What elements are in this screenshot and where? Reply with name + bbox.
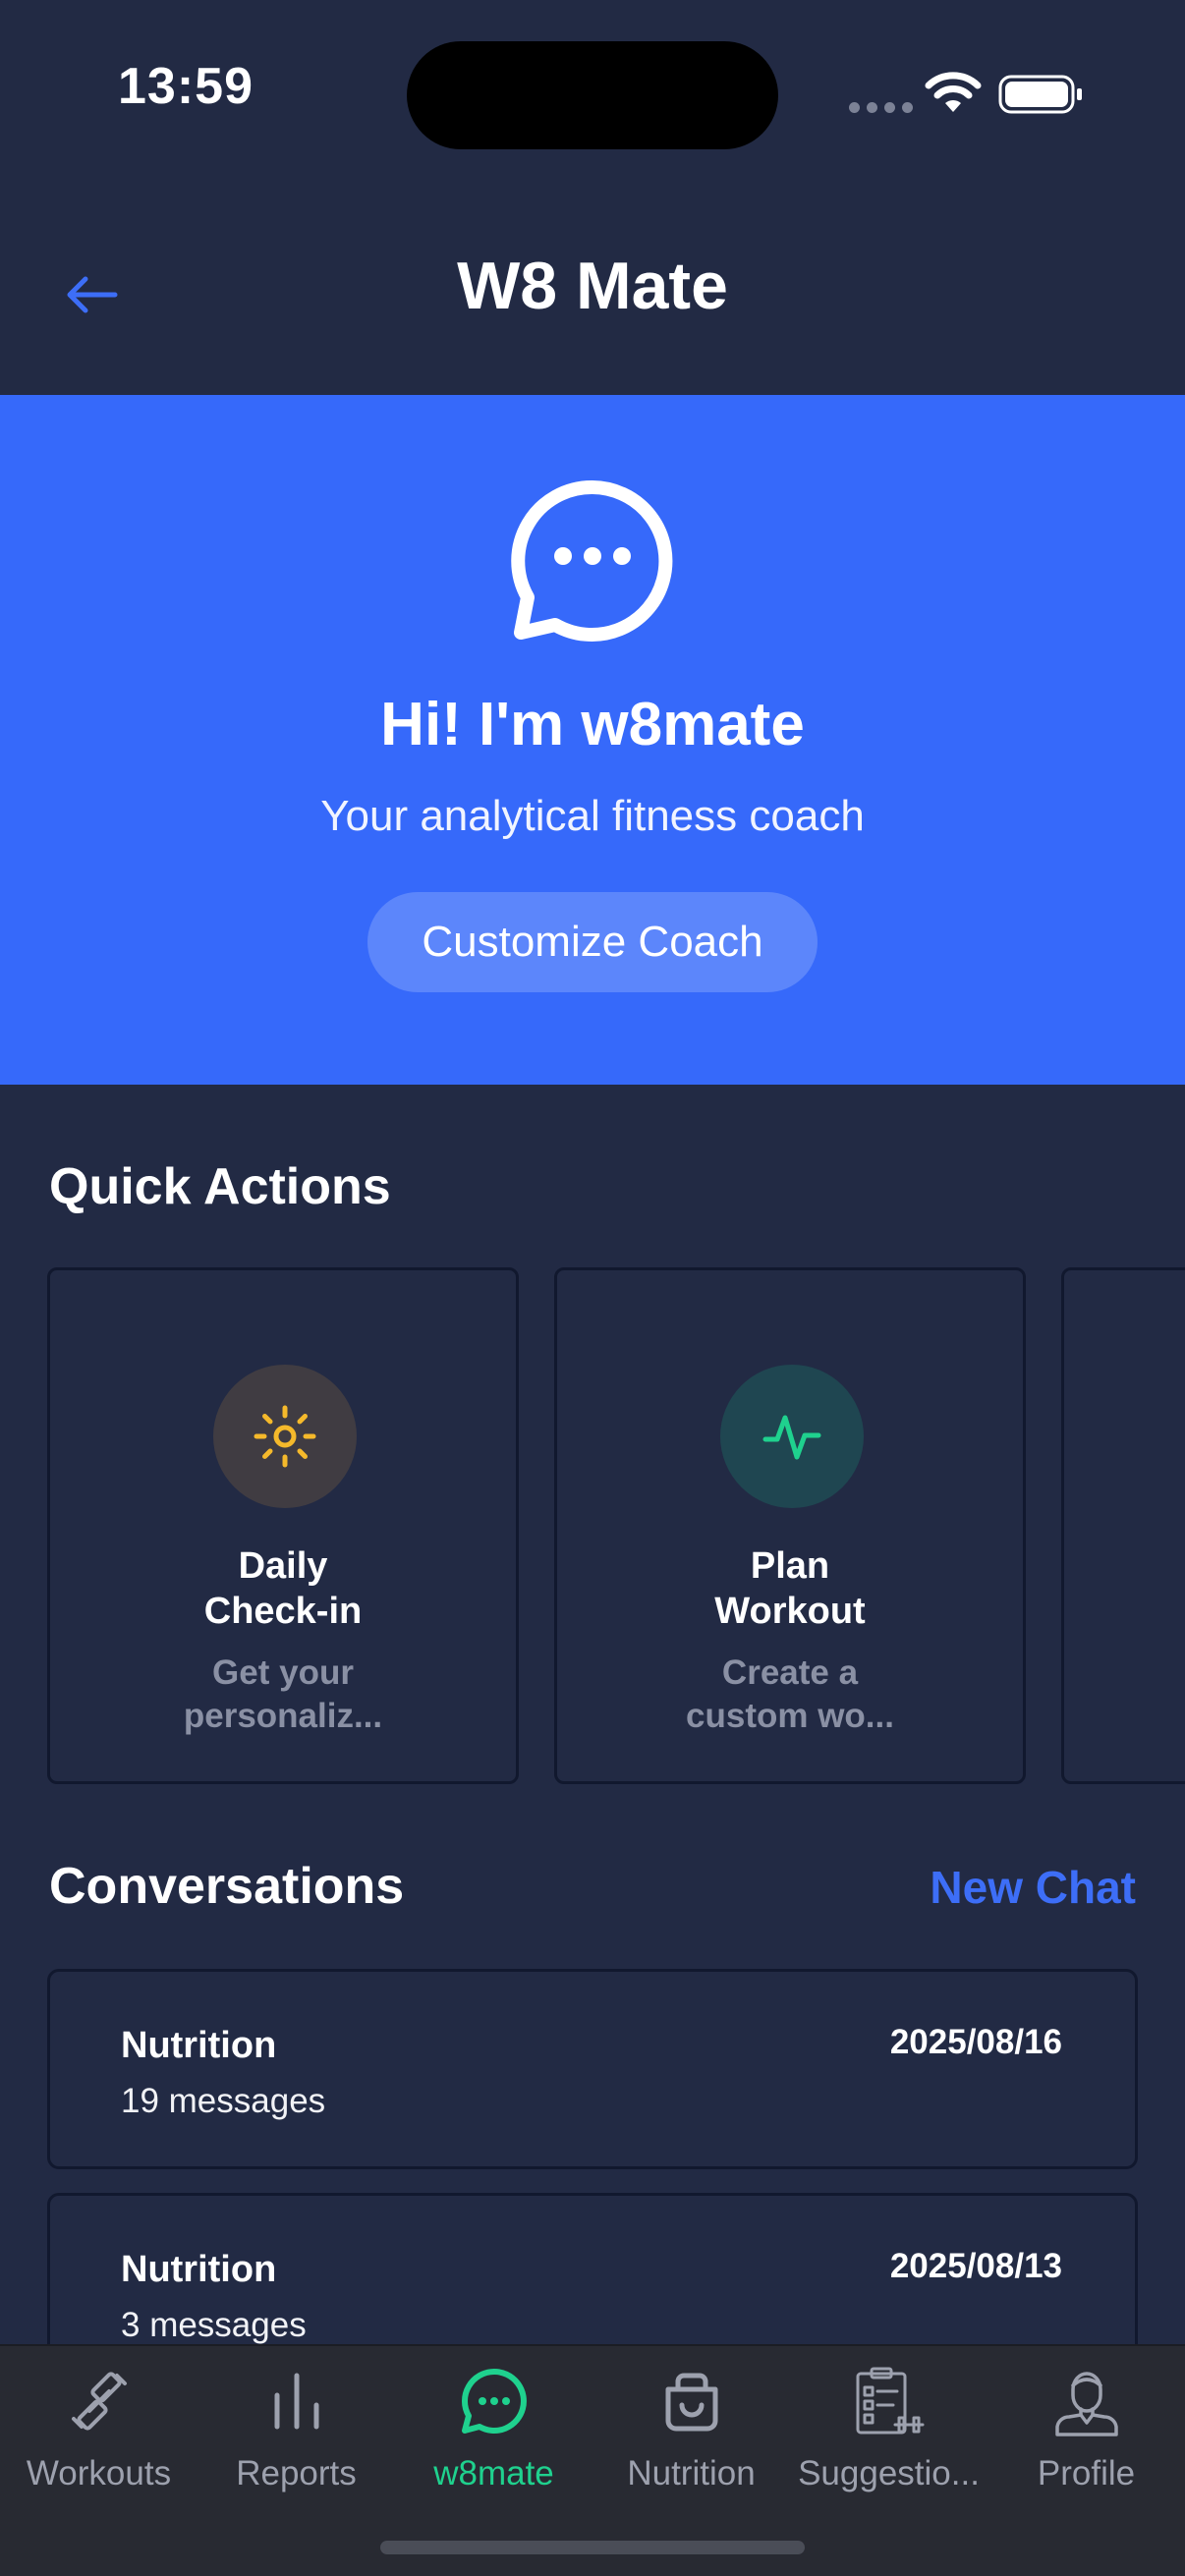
activity-icon bbox=[762, 1415, 821, 1460]
conversations-title: Conversations bbox=[49, 1858, 405, 1915]
tab-label: w8mate bbox=[433, 2454, 554, 2492]
conversation-message-count: 3 messages bbox=[121, 2306, 307, 2344]
conversation-date: 2025/08/16 bbox=[889, 2023, 1062, 2061]
wifi-icon bbox=[925, 72, 982, 112]
new-chat-button[interactable]: New Chat bbox=[930, 1861, 1136, 1914]
tab-label: Profile bbox=[1037, 2454, 1136, 2492]
conversation-date: 2025/08/13 bbox=[889, 2247, 1062, 2285]
coach-hero: Hi! I'm w8mate Your analytical fitness c… bbox=[0, 395, 1185, 1085]
tab-suggestions[interactable]: Suggestio... bbox=[790, 2346, 988, 2513]
coach-greeting: Hi! I'm w8mate bbox=[380, 691, 805, 758]
status-bar: 13:59 bbox=[0, 0, 1185, 196]
bar-chart-icon bbox=[274, 2373, 319, 2430]
tab-label: Reports bbox=[236, 2454, 357, 2492]
sun-icon bbox=[254, 1405, 316, 1468]
battery-icon bbox=[998, 75, 1082, 114]
tab-workouts[interactable]: Workouts bbox=[0, 2346, 198, 2513]
conversation-message-count: 19 messages bbox=[121, 2082, 326, 2120]
quick-action-icon-bg bbox=[720, 1365, 864, 1508]
conversation-item[interactable]: Nutrition 19 messages 2025/08/16 bbox=[47, 1969, 1138, 2169]
tab-label: Workouts bbox=[26, 2454, 172, 2492]
quick-action-partial-card[interactable] bbox=[1061, 1267, 1185, 1784]
dynamic-island bbox=[407, 41, 778, 149]
quick-action-title: Plan Workout bbox=[714, 1545, 866, 1632]
basket-icon bbox=[665, 2373, 718, 2432]
cellular-signal-icon bbox=[849, 102, 913, 113]
nav-header: W8 Mate bbox=[0, 196, 1185, 395]
chat-bubble-icon bbox=[511, 479, 673, 642]
quick-action-description: Create a custom wo... bbox=[686, 1653, 894, 1735]
page-title: W8 Mate bbox=[457, 249, 728, 323]
app-root: 13:59 W8 Mate Hi! I'm w8mate Your analyt… bbox=[0, 0, 1185, 2576]
chat-bubble-icon bbox=[462, 2369, 527, 2434]
quick-action-description: Get your personaliz... bbox=[183, 1653, 383, 1735]
tab-nutrition[interactable]: Nutrition bbox=[592, 2346, 790, 2513]
clipboard-dumbbell-icon bbox=[856, 2367, 925, 2435]
quick-action-daily-checkin[interactable]: Daily Check-in Get your personaliz... bbox=[47, 1267, 519, 1784]
dumbbell-icon bbox=[72, 2372, 127, 2431]
customize-coach-button[interactable]: Customize Coach bbox=[367, 892, 818, 992]
tab-reports[interactable]: Reports bbox=[198, 2346, 395, 2513]
conversation-title: Nutrition bbox=[121, 2249, 277, 2290]
quick-action-plan-workout[interactable]: Plan Workout Create a custom wo... bbox=[554, 1267, 1026, 1784]
home-indicator bbox=[380, 2541, 805, 2554]
tab-label: Nutrition bbox=[627, 2454, 756, 2492]
quick-action-title: Daily Check-in bbox=[203, 1545, 363, 1632]
tab-label: Suggestio... bbox=[798, 2454, 980, 2492]
status-time: 13:59 bbox=[118, 58, 254, 115]
tab-profile[interactable]: Profile bbox=[988, 2346, 1185, 2513]
quick-actions-title: Quick Actions bbox=[49, 1158, 391, 1215]
person-icon bbox=[1055, 2372, 1118, 2436]
quick-actions-carousel[interactable]: Daily Check-in Get your personaliz... Pl… bbox=[47, 1267, 1185, 1786]
tab-w8mate[interactable]: w8mate bbox=[395, 2346, 592, 2513]
coach-subtitle: Your analytical fitness coach bbox=[320, 792, 865, 840]
quick-action-icon-bg bbox=[213, 1365, 357, 1508]
conversation-title: Nutrition bbox=[121, 2025, 277, 2066]
